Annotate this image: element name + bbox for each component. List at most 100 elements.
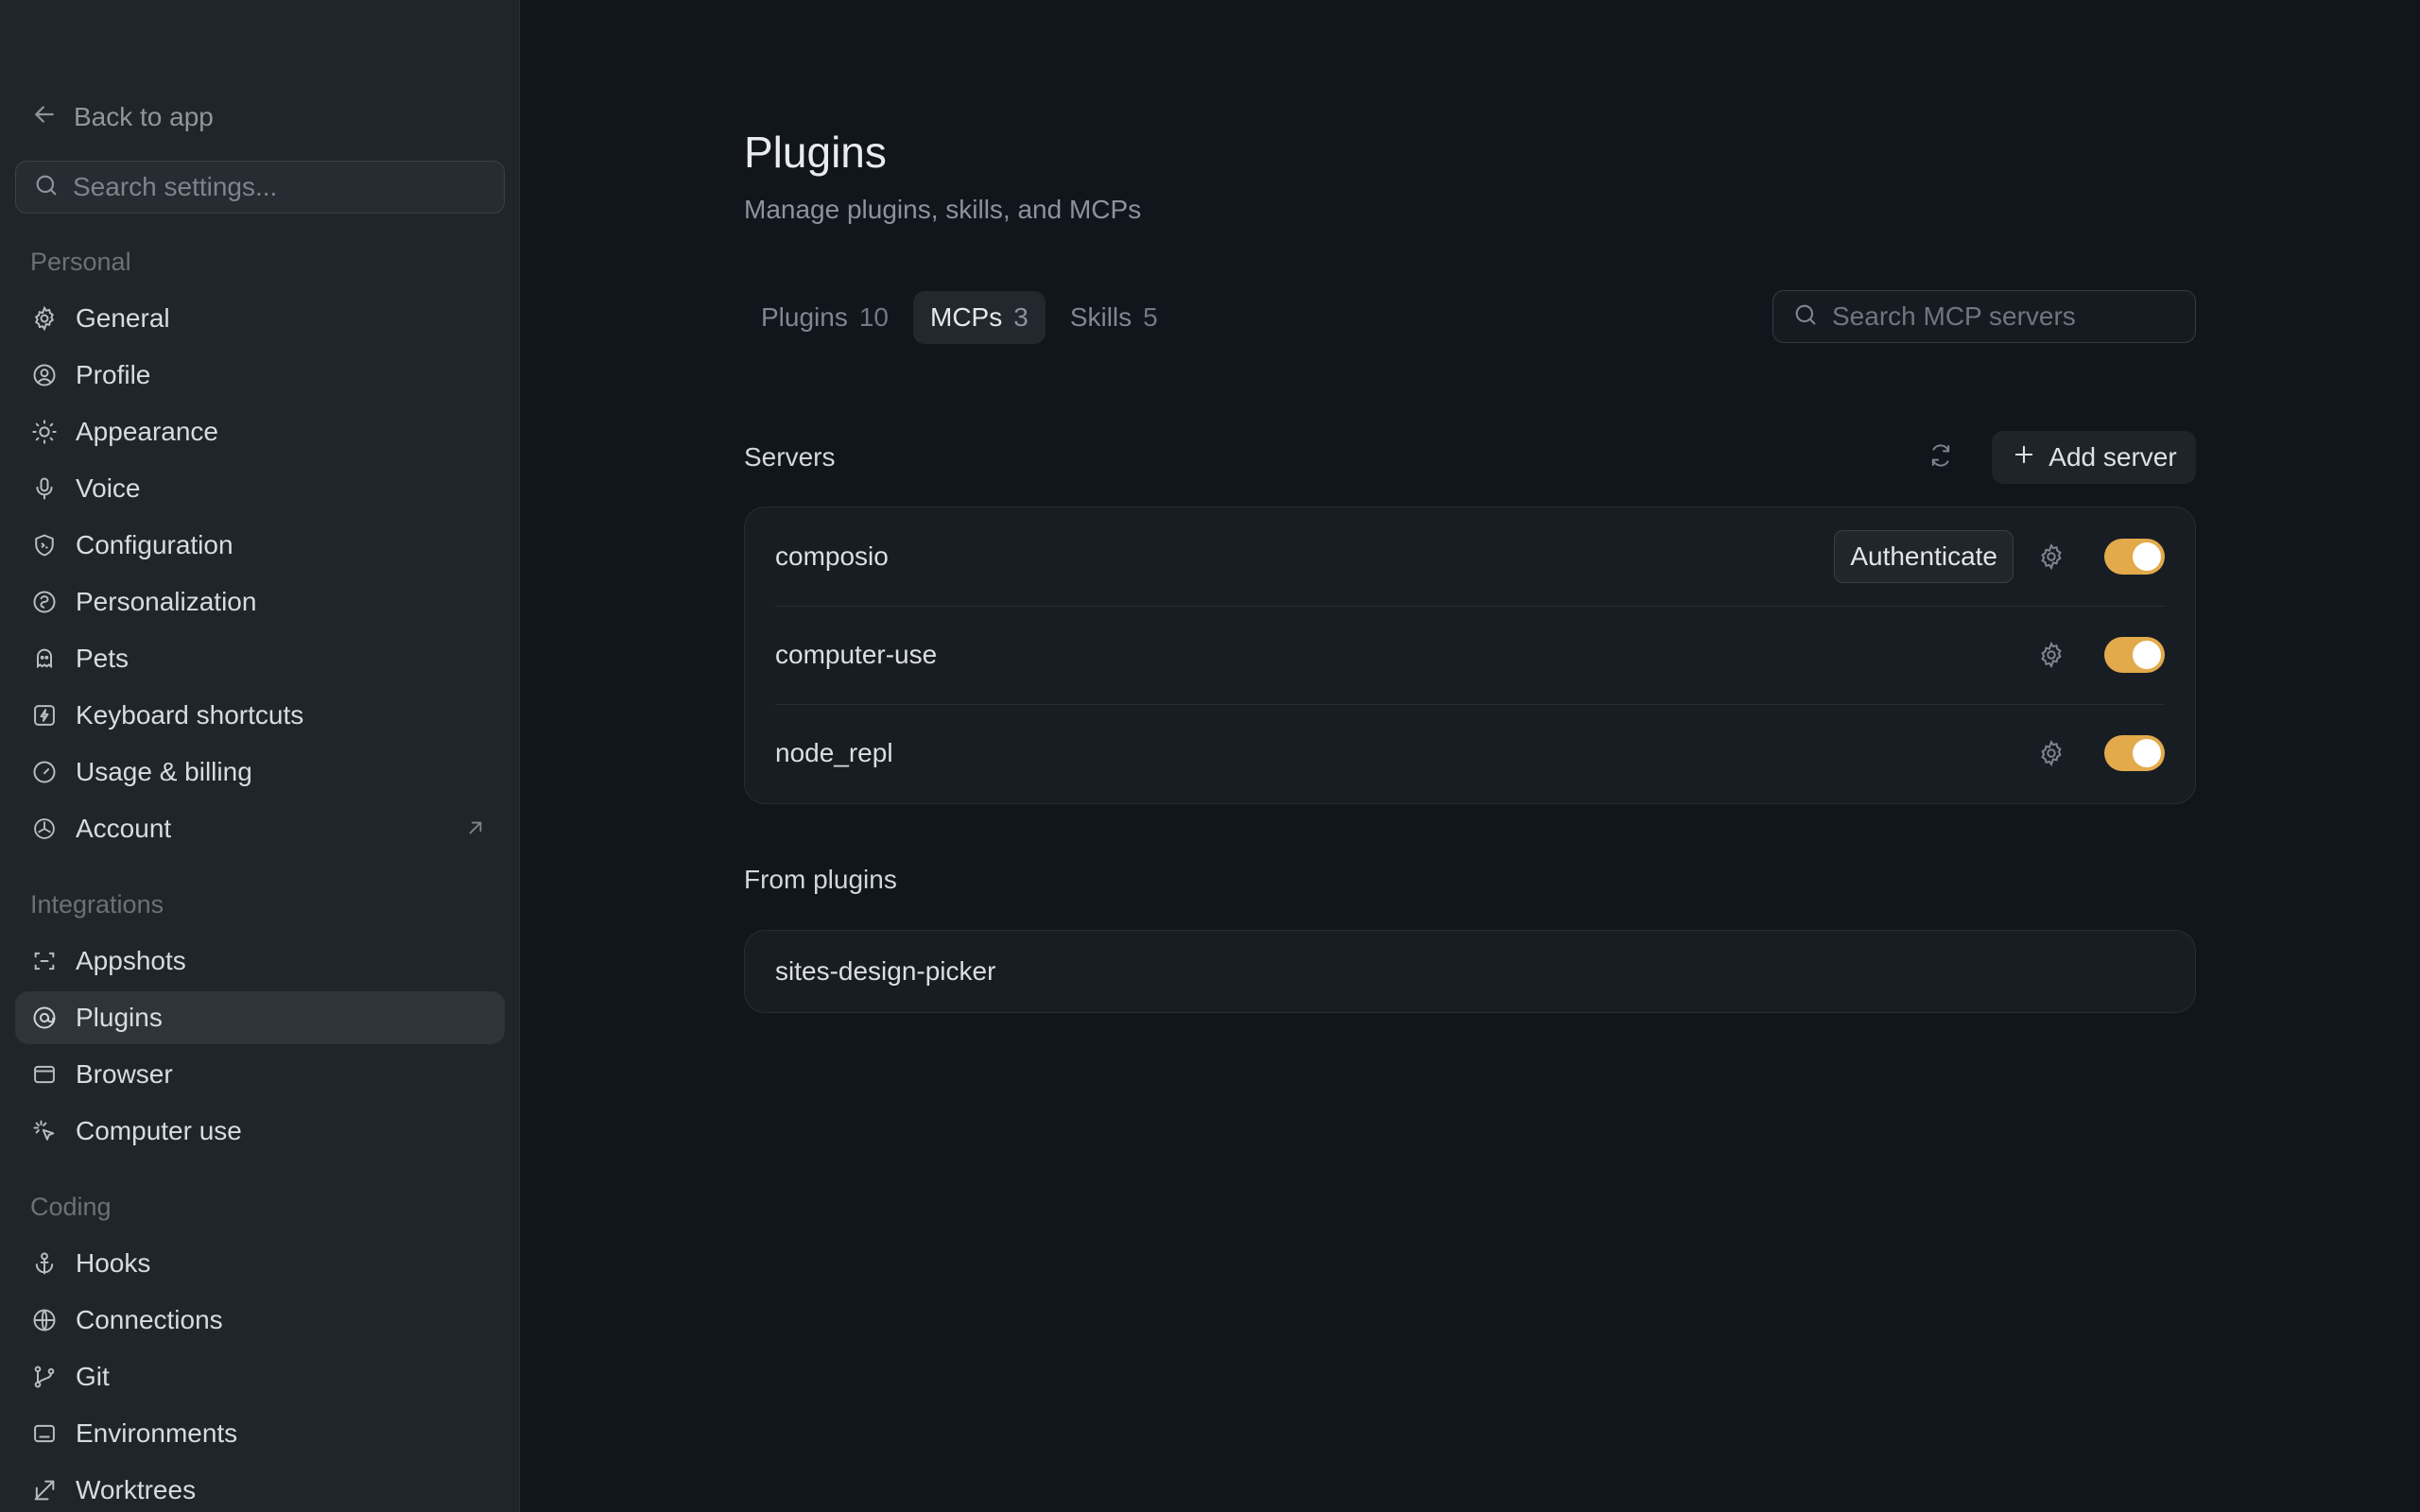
bolt-icon: [30, 701, 59, 730]
git-branch-icon: [30, 1363, 59, 1391]
sidebar-item-environments[interactable]: Environments: [15, 1407, 505, 1460]
sidebar-item-label: Plugins: [76, 1003, 163, 1032]
arrow-left-icon: [30, 100, 59, 135]
mcp-search: [1772, 290, 2196, 343]
sidebar-item-configuration[interactable]: Configuration: [15, 519, 505, 572]
microphone-icon: [30, 474, 59, 503]
sidebar-item-usage-billing[interactable]: Usage & billing: [15, 746, 505, 799]
tab-label: MCPs: [930, 302, 1003, 332]
sidebar-item-label: Usage & billing: [76, 757, 252, 786]
settings-sidebar: Back to app Personal General Profile App…: [0, 0, 520, 1512]
account-logo-icon: [30, 815, 59, 843]
user-circle-icon: [30, 361, 59, 389]
server-name: node_repl: [775, 738, 893, 767]
sidebar-item-account[interactable]: Account: [15, 802, 505, 855]
tab-mcps[interactable]: MCPs 3: [913, 291, 1046, 344]
sidebar-item-keyboard-shortcuts[interactable]: Keyboard shortcuts: [15, 689, 505, 742]
sidebar-item-hooks[interactable]: Hooks: [15, 1237, 505, 1290]
sidebar-item-browser[interactable]: Browser: [15, 1048, 505, 1101]
sidebar-item-voice[interactable]: Voice: [15, 462, 505, 515]
add-server-label: Add server: [2048, 442, 2177, 472]
sidebar-item-general[interactable]: General: [15, 292, 505, 345]
server-enabled-toggle[interactable]: [2104, 735, 2165, 771]
page-title: Plugins: [744, 128, 887, 177]
globe-icon: [30, 1306, 59, 1334]
shield-icon: [30, 531, 59, 559]
add-server-button[interactable]: Add server: [1992, 431, 2196, 484]
section-label-personal: Personal: [30, 248, 131, 276]
server-enabled-toggle[interactable]: [2104, 539, 2165, 575]
tab-skills[interactable]: Skills 5: [1053, 291, 1175, 344]
tab-plugins[interactable]: Plugins 10: [744, 291, 906, 344]
settings-search-input[interactable]: [73, 172, 489, 202]
tab-label: Plugins: [761, 302, 848, 332]
sidebar-item-appshots[interactable]: Appshots: [15, 935, 505, 988]
screenshot-icon: [30, 947, 59, 975]
personalization-icon: [30, 588, 59, 616]
worktree-icon: [30, 1476, 59, 1504]
sidebar-item-label: Profile: [76, 360, 151, 389]
from-plugins-heading: From plugins: [744, 865, 897, 894]
server-name: composio: [775, 541, 889, 571]
page-subtitle: Manage plugins, skills, and MCPs: [744, 195, 1142, 224]
sidebar-item-label: Computer use: [76, 1116, 242, 1145]
settings-search: [15, 161, 505, 214]
servers-card: composio Authenticate computer-use node_…: [744, 507, 2196, 804]
authenticate-button[interactable]: Authenticate: [1834, 530, 2014, 583]
anchor-icon: [30, 1249, 59, 1278]
sidebar-item-label: Worktrees: [76, 1475, 197, 1504]
back-to-app-link[interactable]: Back to app: [30, 98, 214, 136]
sidebar-item-label: Connections: [76, 1305, 223, 1334]
sidebar-item-plugins[interactable]: Plugins: [15, 991, 505, 1044]
plugin-server-row[interactable]: sites-design-picker: [775, 931, 995, 1012]
search-icon: [1792, 301, 1819, 333]
sidebar-item-label: Appshots: [76, 946, 186, 975]
sidebar-item-label: Configuration: [76, 530, 233, 559]
gear-icon[interactable]: [2036, 640, 2066, 670]
at-sign-icon: [30, 1004, 59, 1032]
terminal-window-icon: [30, 1419, 59, 1448]
tab-count: 5: [1143, 302, 1158, 332]
cursor-click-icon: [30, 1117, 59, 1145]
tab-bar: Plugins 10 MCPs 3 Skills 5: [744, 291, 1175, 344]
sidebar-item-profile[interactable]: Profile: [15, 349, 505, 402]
sidebar-item-label: Environments: [76, 1418, 238, 1448]
gear-icon[interactable]: [2036, 738, 2066, 768]
toggle-knob: [2133, 739, 2161, 767]
server-enabled-toggle[interactable]: [2104, 637, 2165, 673]
pet-icon: [30, 644, 59, 673]
sidebar-item-pets[interactable]: Pets: [15, 632, 505, 685]
sidebar-item-label: General: [76, 303, 170, 333]
server-row-node-repl: node_repl: [775, 704, 2165, 802]
mcp-search-input[interactable]: [1832, 301, 2191, 332]
toggle-knob: [2133, 542, 2161, 571]
sidebar-item-connections[interactable]: Connections: [15, 1294, 505, 1347]
sidebar-item-appearance[interactable]: Appearance: [15, 405, 505, 458]
refresh-button[interactable]: [1922, 438, 1960, 476]
plus-icon: [2011, 441, 2037, 474]
server-row-composio: composio Authenticate: [775, 507, 2165, 606]
gauge-icon: [30, 758, 59, 786]
tab-label: Skills: [1069, 302, 1132, 332]
sidebar-item-label: Keyboard shortcuts: [76, 700, 304, 730]
servers-heading: Servers: [744, 442, 836, 472]
gear-icon: [30, 304, 59, 333]
sidebar-item-label: Appearance: [76, 417, 219, 446]
browser-window-icon: [30, 1060, 59, 1089]
sidebar-item-label: Personalization: [76, 587, 257, 616]
sidebar-item-label: Browser: [76, 1059, 173, 1089]
toggle-knob: [2133, 641, 2161, 669]
main-content: Plugins Manage plugins, skills, and MCPs…: [744, 0, 2196, 1512]
sidebar-item-worktrees[interactable]: Worktrees: [15, 1464, 505, 1512]
gear-icon[interactable]: [2036, 541, 2066, 572]
sidebar-item-git[interactable]: Git: [15, 1350, 505, 1403]
from-plugins-card: sites-design-picker: [744, 930, 2196, 1013]
sidebar-item-personalization[interactable]: Personalization: [15, 576, 505, 628]
sidebar-item-label: Pets: [76, 644, 130, 673]
tab-count: 10: [858, 302, 889, 332]
external-link-icon: [469, 821, 482, 834]
sidebar-item-computer-use[interactable]: Computer use: [15, 1105, 505, 1158]
search-icon: [33, 172, 60, 203]
back-to-app-label: Back to app: [74, 102, 214, 131]
refresh-icon: [1927, 442, 1954, 473]
